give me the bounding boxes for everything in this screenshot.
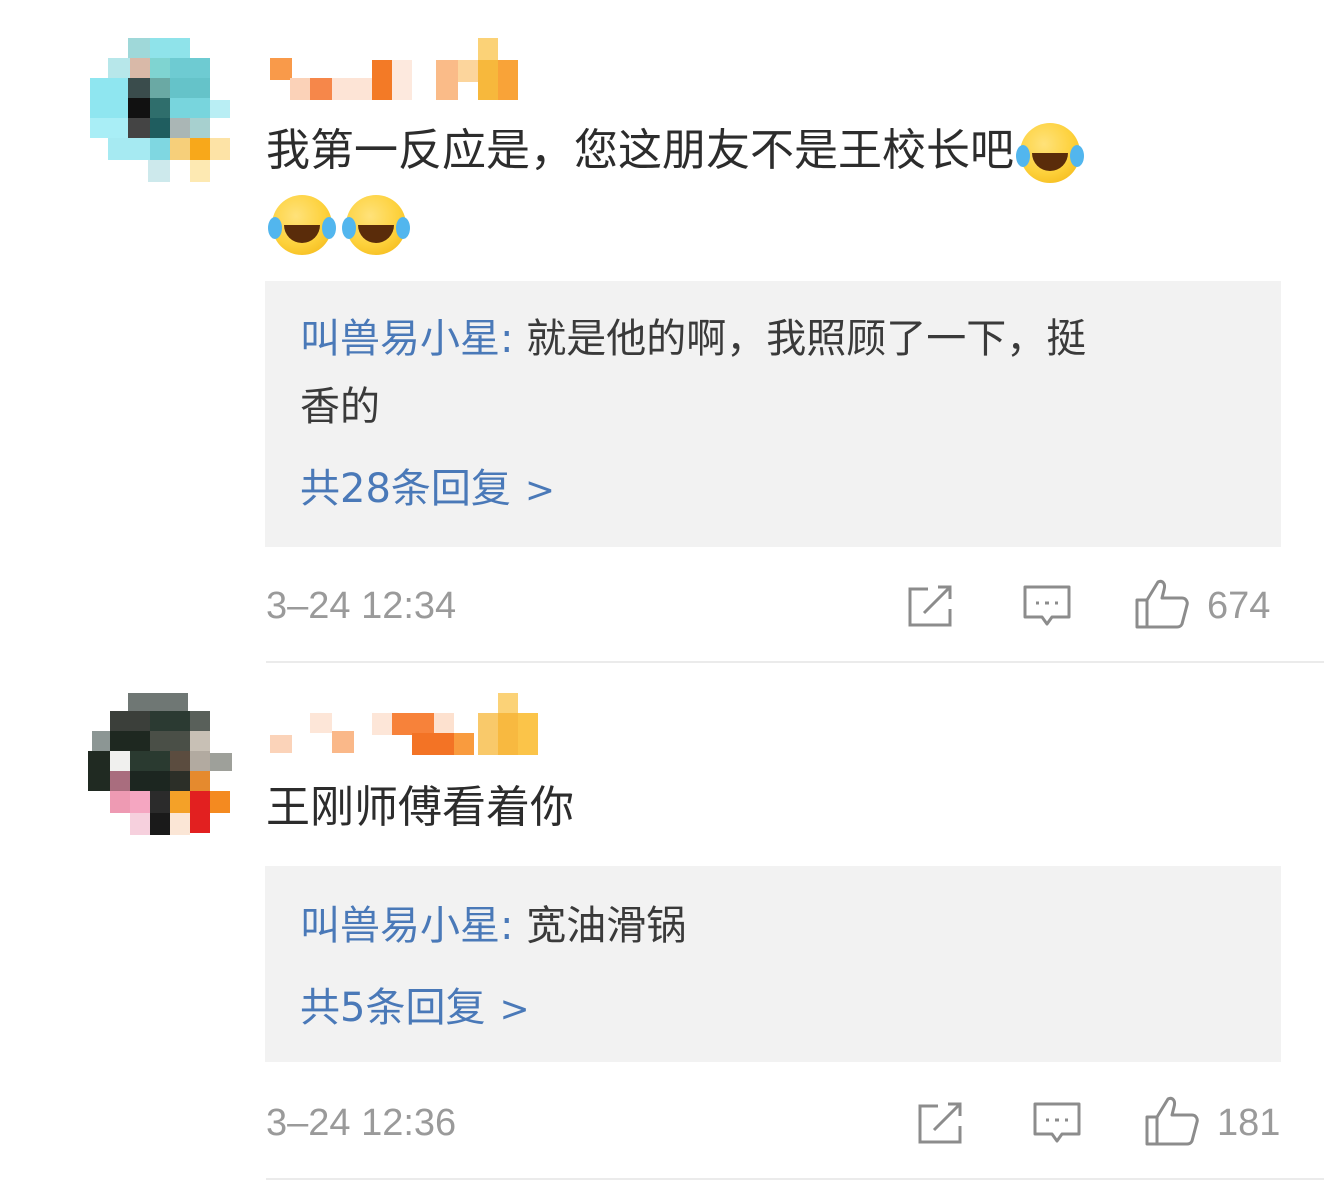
- reply-text: 叫兽易小星: 宽油滑锅: [300, 892, 1260, 960]
- reply-author-link[interactable]: 叫兽易小星:: [300, 903, 513, 949]
- comment-icon[interactable]: [1032, 1100, 1082, 1146]
- reply-count-label: 共28条回复: [300, 466, 511, 512]
- comment-text: 王刚师傅看着你: [266, 772, 1266, 844]
- divider: [266, 1178, 1324, 1180]
- reply-preview[interactable]: 叫兽易小星: 宽油滑锅 共5条回复 >: [265, 866, 1281, 1062]
- like-count: 181: [1217, 1102, 1281, 1144]
- share-icon[interactable]: [906, 583, 956, 629]
- comment-body: 王刚师傅看着你: [266, 782, 574, 833]
- reply-count-label: 共5条回复: [300, 985, 486, 1031]
- view-replies-link[interactable]: 共5条回复 >: [300, 978, 530, 1040]
- reply-body: 宽油滑锅: [513, 903, 687, 949]
- like-count: 674: [1207, 585, 1271, 627]
- reply-preview[interactable]: 叫兽易小星: 就是他的啊，我照顾了一下，挺 香的 共28条回复 >: [265, 281, 1281, 547]
- chevron-right-icon: >: [524, 470, 556, 511]
- reply-body-cont: 香的: [300, 384, 380, 430]
- laughing-crying-emoji-icon: [268, 195, 332, 255]
- reply-author-link[interactable]: 叫兽易小星:: [300, 316, 513, 362]
- comment-text: 我第一反应是，您这朋友不是王校长吧: [266, 115, 1266, 259]
- thumbs-up-icon[interactable]: [1144, 1095, 1200, 1147]
- thumbs-up-icon[interactable]: [1134, 578, 1190, 630]
- avatar[interactable]: [88, 693, 232, 837]
- comment-icon[interactable]: [1022, 583, 1072, 629]
- reply-body: 就是他的啊，我照顾了一下，挺: [513, 316, 1087, 362]
- comment-timestamp: 3–24 12:36: [266, 1102, 457, 1144]
- chevron-right-icon: >: [499, 989, 530, 1030]
- comment-body: 我第一反应是，您这朋友不是王校长吧: [266, 125, 1014, 176]
- share-icon[interactable]: [916, 1100, 966, 1146]
- comment-list: 我第一反应是，您这朋友不是王校长吧 叫兽易小星: 就是他的啊，我照顾了一下，挺 …: [0, 0, 1324, 1184]
- username-redacted[interactable]: [270, 38, 520, 102]
- avatar[interactable]: [90, 38, 230, 183]
- comment-timestamp: 3–24 12:34: [266, 585, 457, 627]
- reply-text: 叫兽易小星: 就是他的啊，我照顾了一下，挺 香的: [300, 305, 1260, 441]
- laughing-crying-emoji-icon: [342, 195, 406, 255]
- username-redacted[interactable]: [270, 693, 540, 755]
- view-replies-link[interactable]: 共28条回复 >: [300, 459, 555, 521]
- laughing-crying-emoji-icon: [1016, 123, 1080, 183]
- divider: [266, 661, 1324, 663]
